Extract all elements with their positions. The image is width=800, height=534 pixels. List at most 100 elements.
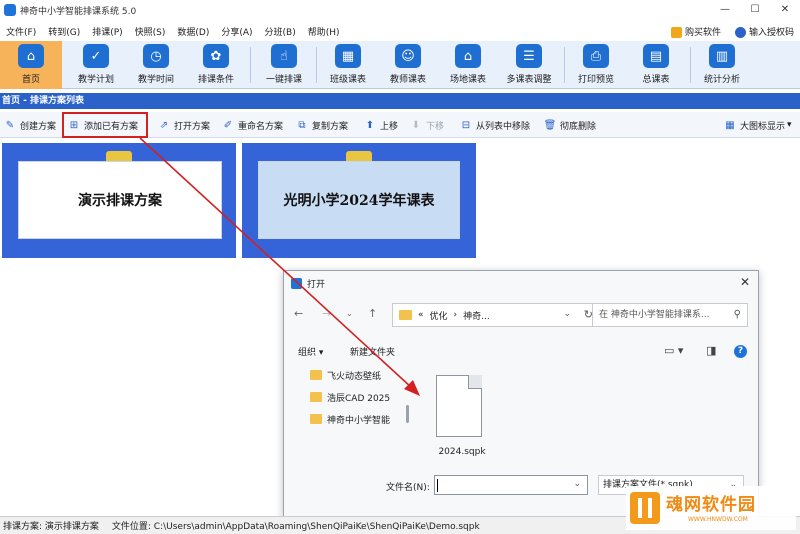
window-controls: — ☐ ✕ [710, 0, 800, 20]
file-fold [468, 375, 482, 389]
dialog-app-icon [291, 277, 302, 289]
plan-card-title: 演示排课方案 [18, 161, 222, 239]
title-bar: 神奇中小学智能排课系统 5.0 — ☐ ✕ [0, 0, 800, 20]
view-options-icon[interactable]: ▭ ▾ [664, 344, 683, 357]
copy-plan-button[interactable]: ⧉ 复制方案 [296, 116, 348, 134]
open-file-dialog: 打开 ✕ ← → ⌄ ↑ « 优化 › 神奇... ⌄ ↻ 在 神奇中小学智能排… [283, 270, 759, 520]
toolbar-statistics-button[interactable]: ▥ 统计分析 [694, 41, 750, 89]
menu-class-division[interactable]: 分班(B) [259, 25, 302, 38]
dialog-close-button[interactable]: ✕ [740, 275, 750, 289]
toolbar-teaching-plan-button[interactable]: ✓ 教学计划 [66, 41, 126, 89]
open-icon: ⇗ [159, 119, 169, 131]
close-button[interactable]: ✕ [770, 0, 800, 20]
adjust-icon: ☰ [516, 44, 542, 68]
user-icon [734, 26, 746, 38]
rename-plan-button[interactable]: ✐ 重命名方案 [222, 116, 283, 134]
up-arrow-icon[interactable]: ↑ [368, 307, 377, 320]
forward-arrow-icon[interactable]: → [322, 307, 331, 320]
clipboard-icon: ✓ [83, 44, 109, 68]
tree-folder[interactable]: 飞火动态壁纸 [310, 367, 381, 383]
remove-from-list-button[interactable]: ⊟ 从列表中移除 [460, 116, 530, 134]
clock-icon: ◷ [143, 44, 169, 68]
maximize-button[interactable]: ☐ [740, 0, 770, 20]
address-bar[interactable]: « 优化 › 神奇... ⌄ ↻ [392, 303, 600, 327]
menu-file[interactable]: 文件(F) [0, 25, 42, 38]
tree-scrollbar[interactable] [406, 405, 409, 423]
menu-goto[interactable]: 转到(G) [42, 25, 86, 38]
open-plan-button[interactable]: ⇗ 打开方案 [158, 116, 210, 134]
menu-schedule[interactable]: 排课(P) [86, 25, 128, 38]
toolbar-venue-timetable-button[interactable]: ⌂ 场地课表 [440, 41, 496, 89]
chevron-down-icon[interactable]: ⌄ [346, 309, 353, 318]
toolbar-teaching-time-button[interactable]: ◷ 教学时间 [128, 41, 184, 89]
toolbar-divider [250, 47, 251, 83]
toolbar-teacher-timetable-button[interactable]: ☺ 教师课表 [380, 41, 436, 89]
printer-icon: ⎙ [583, 44, 609, 68]
arrow-down-icon: ⬇ [411, 119, 421, 131]
delete-plan-button[interactable]: 🗑 彻底删除 [544, 116, 596, 134]
calendar-icon: ▤ [643, 44, 669, 68]
toolbar-conditions-button[interactable]: ✿ 排课条件 [188, 41, 244, 89]
highlight-box [62, 112, 148, 138]
tree-folder[interactable]: 浩辰CAD 2025 [310, 389, 390, 405]
view-mode-button[interactable]: ▦ 大图标显示 ▾ [724, 116, 792, 134]
toolbar-divider [690, 47, 691, 83]
trash-icon: 🗑 [543, 119, 557, 131]
remove-icon: ⊟ [461, 119, 471, 131]
rename-icon: ✐ [223, 119, 233, 131]
move-up-button[interactable]: ⬆ 上移 [364, 116, 398, 134]
toolbar-print-preview-button[interactable]: ⎙ 打印预览 [568, 41, 624, 89]
back-arrow-icon[interactable]: ← [294, 307, 303, 320]
menu-snapshot[interactable]: 快照(S) [129, 25, 172, 38]
dialog-command-bar: 组织 ▾ 新建文件夹 ▭ ▾ ◨ ? [284, 343, 758, 361]
home-icon: ⌂ [18, 44, 44, 68]
search-icon: ⚲ [733, 309, 741, 320]
toolbar-auto-schedule-button[interactable]: ☝ 一键排课 [256, 41, 312, 89]
toolbar-home-button[interactable]: ⌂ 首页 [0, 41, 62, 89]
plan-card[interactable]: 光明小学2024学年课表 [242, 143, 476, 258]
dialog-title: 打开 [307, 279, 326, 290]
menu-help[interactable]: 帮助(H) [302, 25, 346, 38]
file-name: 2024.sqpk [438, 447, 486, 457]
toolbar-multi-adjust-button[interactable]: ☰ 多课表调整 [500, 41, 558, 89]
folder-icon [310, 370, 322, 380]
folder-icon [399, 310, 412, 320]
edit-icon: ✎ [5, 119, 15, 131]
watermark-text: 魂网软件园 [666, 495, 756, 515]
toolbar-master-timetable-button[interactable]: ▤ 总课表 [628, 41, 684, 89]
create-plan-button[interactable]: ✎ 创建方案 [4, 116, 56, 134]
menu-share[interactable]: 分享(A) [215, 25, 258, 38]
minimize-button[interactable]: — [710, 0, 740, 20]
preview-pane-icon[interactable]: ◨ [706, 344, 716, 357]
dialog-nav-bar: ← → ⌄ ↑ « 优化 › 神奇... ⌄ ↻ 在 神奇中小学智能排课系...… [284, 303, 758, 327]
filename-input[interactable]: ⌄ [434, 475, 588, 495]
tree-folder[interactable]: 神奇中小学智能 [310, 411, 390, 427]
breadcrumb-folder-shenqi[interactable]: 神奇... [463, 309, 490, 322]
menu-data[interactable]: 数据(D) [171, 25, 215, 38]
organize-button[interactable]: 组织 ▾ [298, 345, 323, 358]
folder-icon [310, 392, 322, 402]
grid-view-icon: ▦ [725, 119, 735, 131]
text-caret [437, 479, 438, 492]
teacher-icon: ☺ [395, 44, 421, 68]
toolbar-divider [564, 47, 565, 83]
plan-card[interactable]: 演示排课方案 [2, 143, 236, 258]
main-toolbar: ⌂ 首页 ✓ 教学计划 ◷ 教学时间 ✿ 排课条件 ☝ 一键排课 ▦ 班级课表 … [0, 41, 800, 89]
toolbar-class-timetable-button[interactable]: ▦ 班级课表 [320, 41, 376, 89]
chevron-down-icon[interactable]: ⌄ [573, 479, 581, 489]
copy-icon: ⧉ [298, 119, 306, 131]
chevron-down-icon: ▾ [787, 120, 792, 130]
watermark-url: WWW.HNWDW.COM [688, 516, 748, 523]
help-icon[interactable]: ? [734, 345, 747, 358]
building-icon: ⌂ [455, 44, 481, 68]
breadcrumb-folder-optimize[interactable]: 优化 [430, 309, 448, 322]
license-link[interactable]: 输入授权码 [734, 25, 794, 38]
settings-icon: ✿ [203, 44, 229, 68]
chevron-down-icon[interactable]: ⌄ [563, 309, 571, 319]
search-input[interactable]: 在 神奇中小学智能排课系... ⚲ [592, 303, 748, 327]
watermark: 魂网软件园 WWW.HNWDW.COM [626, 486, 796, 530]
plan-card-title: 光明小学2024学年课表 [258, 161, 460, 239]
move-down-button[interactable]: ⬇ 下移 [410, 116, 444, 134]
new-folder-button[interactable]: 新建文件夹 [350, 345, 395, 358]
buy-software-link[interactable]: 购买软件 [670, 25, 721, 38]
